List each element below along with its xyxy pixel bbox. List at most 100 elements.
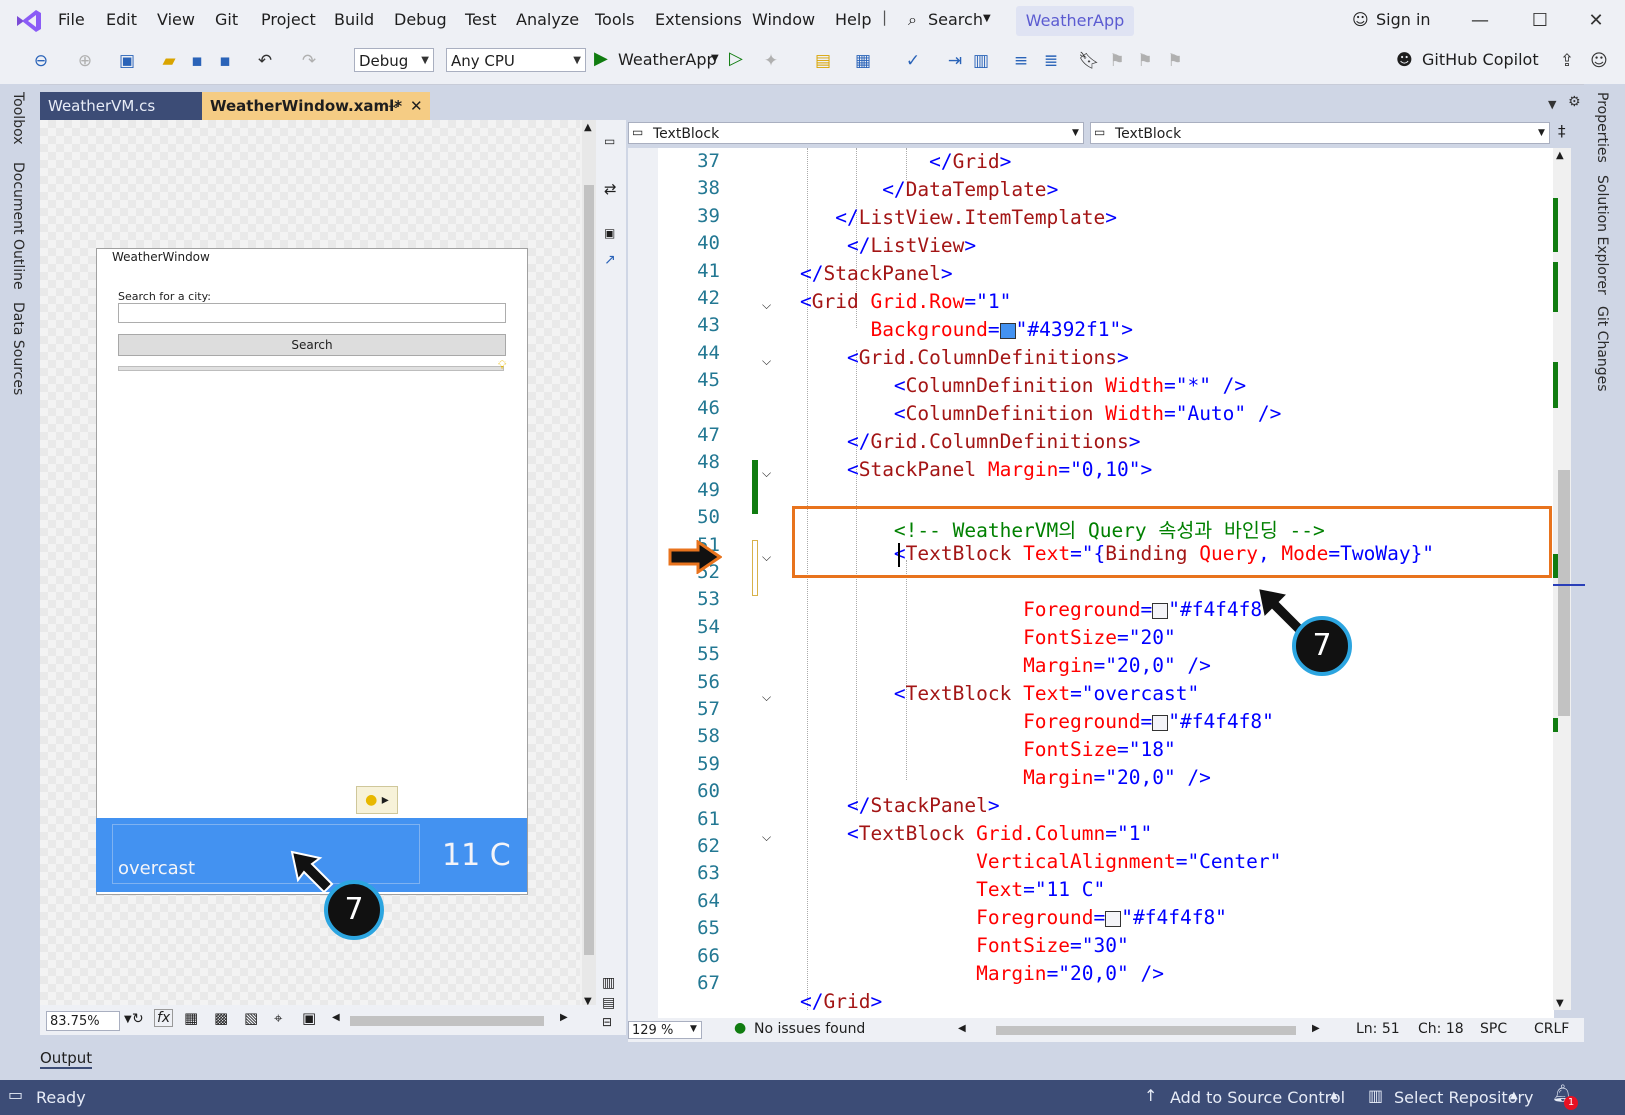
tab-weathervm-cs[interactable]: WeatherVM.cs <box>40 92 202 120</box>
split-editor-icon[interactable]: ‡ <box>1558 122 1566 140</box>
fold-toggle-icon[interactable]: ⌵ <box>762 466 771 481</box>
step-icon[interactable]: ⇥ <box>944 50 966 72</box>
next-bookmark-icon[interactable]: ⚑ <box>1134 50 1156 72</box>
bookmark-icon[interactable]: 🔖︎ <box>1078 50 1100 72</box>
horizontal-split-icon[interactable]: ▥ <box>602 975 615 991</box>
editor-scroll-thumb[interactable] <box>1558 470 1570 716</box>
scroll-right-icon[interactable]: ▶ <box>1312 1023 1320 1034</box>
scroll-right-icon[interactable]: ▶ <box>560 1012 568 1023</box>
grid-icon[interactable]: ▦ <box>184 1009 198 1027</box>
chevron-up-icon[interactable]: ▲ <box>1330 1090 1338 1101</box>
menu-git[interactable]: Git <box>215 10 238 29</box>
open-folder-icon[interactable]: ▰ <box>158 50 180 72</box>
add-to-source-control-button[interactable]: Add to Source Control <box>1170 1088 1345 1107</box>
repository-icon[interactable]: ▥ <box>1368 1086 1383 1105</box>
scroll-up-icon[interactable]: ▲ <box>584 122 592 133</box>
chevron-down-icon[interactable]: ▼ <box>983 13 991 24</box>
save-icon[interactable]: ▪ <box>186 50 208 72</box>
run-target-button[interactable]: WeatherApp <box>618 50 717 69</box>
device-icon[interactable]: ▣ <box>302 1009 316 1027</box>
design-view-icon[interactable]: ▭ <box>604 134 615 148</box>
uncomment-icon[interactable]: ≣ <box>1040 50 1062 72</box>
minimize-button[interactable]: — <box>1460 6 1500 36</box>
fold-toggle-icon[interactable]: ⌵ <box>762 690 771 705</box>
chevron-down-icon[interactable]: ▼ <box>690 1024 697 1034</box>
redo-icon[interactable]: ↷ <box>298 50 320 72</box>
menu-extensions[interactable]: Extensions <box>655 10 742 29</box>
hot-reload-icon[interactable]: ✦ <box>760 50 782 72</box>
menu-file[interactable]: File <box>58 10 85 29</box>
issues-status[interactable]: No issues found <box>754 1021 865 1037</box>
menu-build[interactable]: Build <box>334 10 374 29</box>
menu-analyze[interactable]: Analyze <box>516 10 579 29</box>
designer-horizontal-scrollbar[interactable] <box>350 1016 544 1026</box>
effects-icon[interactable]: fx <box>154 1009 174 1027</box>
preview-city-input[interactable] <box>118 303 506 323</box>
start-without-debugging-icon[interactable]: ▷ <box>729 48 743 69</box>
toolbox-tab[interactable]: Toolbox <box>10 92 26 145</box>
member-navigation-select[interactable]: TextBlock <box>1090 122 1550 144</box>
designer-zoom-select[interactable]: 83.75% <box>46 1011 120 1031</box>
chevron-down-icon[interactable]: ▼ <box>124 1014 132 1025</box>
copilot-icon[interactable]: ☻ <box>1396 50 1413 69</box>
configuration-select[interactable]: Debug ▼ <box>354 48 434 72</box>
line-indicator[interactable]: Ln: 51 <box>1356 1021 1400 1037</box>
layout-icon[interactable]: ▦ <box>852 50 874 72</box>
snap-lines-icon[interactable]: ⌖ <box>274 1009 282 1027</box>
sign-in-link[interactable]: Sign in <box>1376 10 1431 29</box>
menu-project[interactable]: Project <box>261 10 316 29</box>
data-sources-tab[interactable]: Data Sources <box>10 302 26 395</box>
scroll-up-icon[interactable]: ▲ <box>1556 150 1564 161</box>
chevron-up-icon[interactable]: ▲ <box>1510 1090 1518 1101</box>
gear-icon[interactable]: ⚙ <box>1568 94 1581 110</box>
maximize-button[interactable]: ☐ <box>1520 6 1560 36</box>
collapse-pane-icon[interactable]: ⊟ <box>602 1015 612 1029</box>
share-icon[interactable]: ⇪ <box>1556 50 1578 72</box>
output-tab[interactable]: Output <box>40 1049 93 1069</box>
snap-grid-icon[interactable]: ▩ <box>214 1009 228 1027</box>
platform-select[interactable]: Any CPU ▼ <box>446 48 586 72</box>
search-box[interactable]: Search <box>928 10 983 29</box>
refresh-icon[interactable]: ↻ <box>132 1011 144 1027</box>
chevron-down-icon[interactable]: ▼ <box>711 53 719 64</box>
solution-explorer-tab[interactable]: Solution Explorer <box>1594 175 1610 295</box>
chevron-down-icon[interactable]: ▼ <box>1072 128 1079 138</box>
fold-toggle-icon[interactable]: ⌵ <box>762 298 771 313</box>
tab-list-dropdown-icon[interactable]: ▼ <box>1548 98 1556 111</box>
notification-area-icon[interactable]: ▭ <box>8 1085 23 1104</box>
code-editor[interactable] <box>658 148 1554 1018</box>
git-changes-tab[interactable]: Git Changes <box>1594 306 1610 392</box>
menu-debug[interactable]: Debug <box>394 10 447 29</box>
chevron-down-icon[interactable]: ▼ <box>1538 128 1545 138</box>
artboard-icon[interactable]: ▧ <box>244 1009 258 1027</box>
fold-toggle-icon[interactable]: ⌵ <box>762 830 771 845</box>
spellcheck-icon[interactable]: ✓ <box>902 50 924 72</box>
popout-icon[interactable]: ↗ <box>604 252 616 268</box>
comment-icon[interactable]: ≡ <box>1010 50 1032 72</box>
line-ending-indicator[interactable]: CRLF <box>1534 1021 1569 1037</box>
fold-toggle-icon[interactable]: ⌵ <box>762 354 771 369</box>
upload-icon[interactable]: ↑ <box>1144 1086 1157 1105</box>
tab-weatherwindow-xaml[interactable]: WeatherWindow.xaml* ⊸ ✕ <box>202 92 430 120</box>
scroll-left-icon[interactable]: ◀ <box>332 1012 340 1023</box>
solution-explorer-icon[interactable]: ▤ <box>812 50 834 72</box>
menu-edit[interactable]: Edit <box>106 10 137 29</box>
fold-toggle-icon[interactable]: ⌵ <box>762 550 771 565</box>
swap-panes-icon[interactable]: ⇄ <box>604 180 617 198</box>
menu-window[interactable]: Window <box>752 10 815 29</box>
type-navigation-select[interactable]: TextBlock <box>628 122 1084 144</box>
new-project-icon[interactable]: ▣ <box>116 50 138 72</box>
feedback-icon[interactable]: ☺ <box>1588 50 1610 72</box>
editor-horizontal-scrollbar[interactable] <box>996 1026 1296 1035</box>
menu-view[interactable]: View <box>157 10 195 29</box>
forward-icon[interactable]: ⊕ <box>74 50 96 72</box>
start-debugging-icon[interactable]: ▶ <box>594 48 608 69</box>
back-icon[interactable]: ⊖ <box>30 50 52 72</box>
xaml-view-icon[interactable]: ▣ <box>604 226 615 240</box>
copilot-button[interactable]: GitHub Copilot <box>1422 50 1539 69</box>
properties-tab[interactable]: Properties <box>1594 92 1610 163</box>
pages-icon[interactable]: ▥ <box>970 50 992 72</box>
save-all-icon[interactable]: ▪ <box>214 50 236 72</box>
clear-bookmarks-icon[interactable]: ⚑ <box>1164 50 1186 72</box>
designer-scroll-thumb[interactable] <box>584 185 594 955</box>
